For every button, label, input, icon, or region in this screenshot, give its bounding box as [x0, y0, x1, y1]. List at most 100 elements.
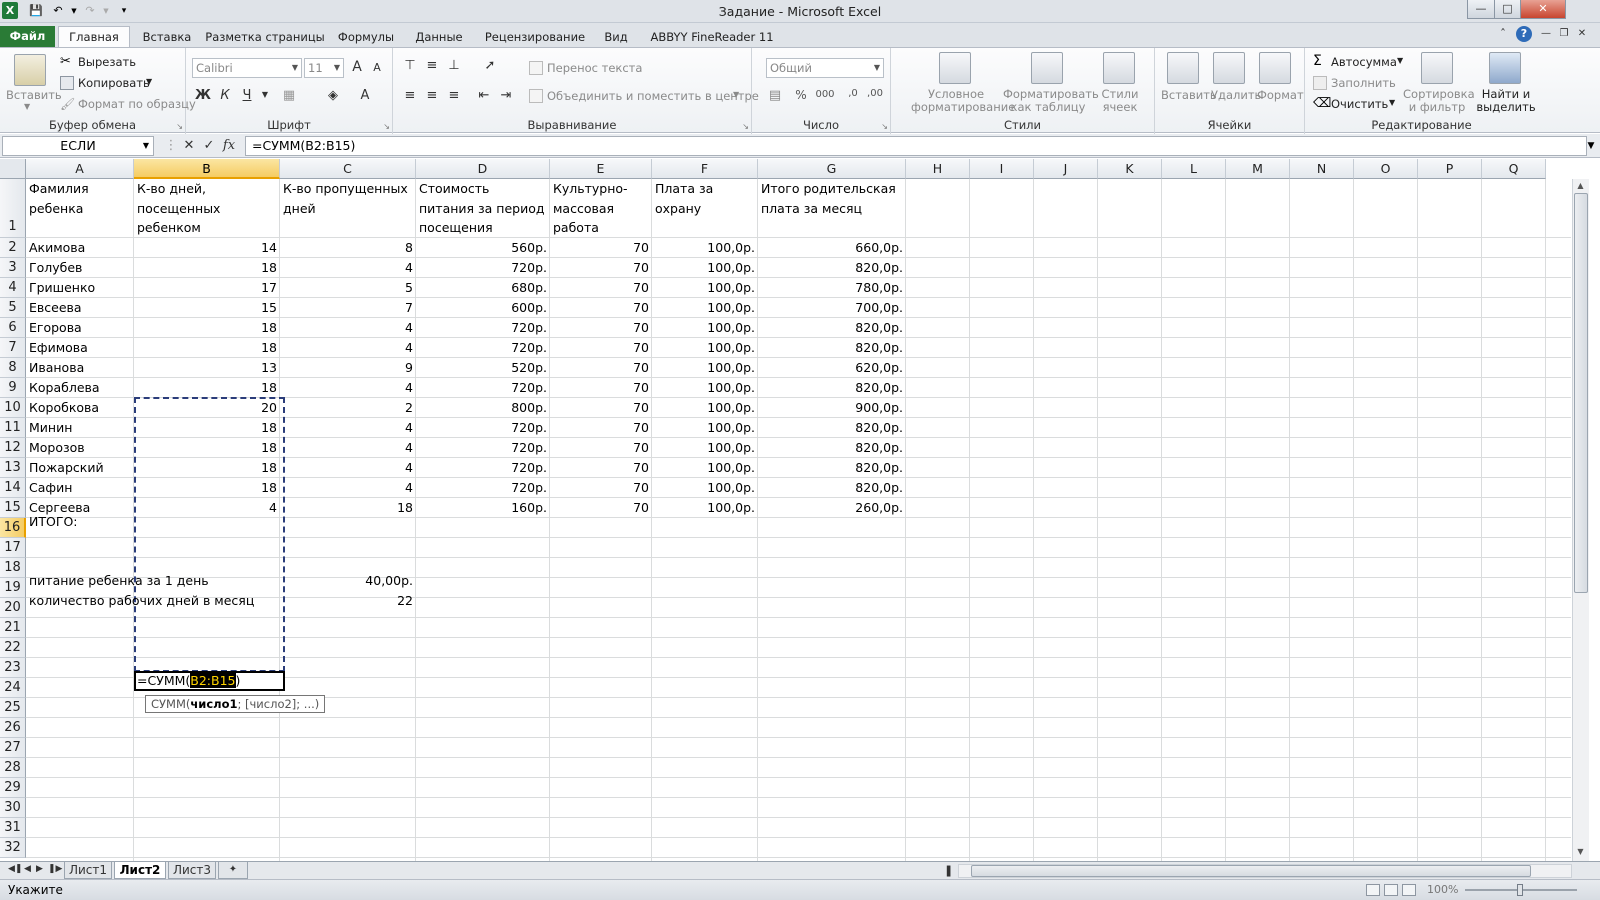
tab-abbyy[interactable]: ABBYY FineReader 11	[644, 27, 780, 47]
column-header-o[interactable]: O	[1354, 159, 1418, 179]
fill-color-icon[interactable]: ◈	[324, 88, 342, 103]
table-cell-total[interactable]: 900,0р.	[758, 398, 906, 418]
next-sheet-icon[interactable]: ▶	[36, 864, 43, 874]
orientation-icon[interactable]: ➚	[481, 58, 499, 73]
table-cell-culture[interactable]: 70	[550, 358, 652, 378]
table-cell-culture[interactable]: 70	[550, 438, 652, 458]
insert-cells-button[interactable]: Вставить	[1161, 88, 1217, 102]
table-cell-name[interactable]: Гришенко	[26, 278, 98, 298]
table-cell-culture[interactable]: 70	[550, 238, 652, 258]
sort-filter-button[interactable]: Сортировка и фильтр	[1403, 88, 1475, 114]
font-dialog-launcher-icon[interactable]: ↘	[383, 122, 390, 131]
sheet-tab-2[interactable]: Лист2	[114, 862, 166, 879]
merge-center-button[interactable]: Объединить и поместить в центре	[547, 89, 759, 103]
row-header-10[interactable]: 10	[0, 398, 26, 418]
find-select-button[interactable]: Найти и выделить	[1473, 88, 1539, 114]
table-cell-missed[interactable]: 4	[280, 418, 416, 438]
table-cell-days[interactable]: 18	[134, 378, 280, 398]
format-as-table-button[interactable]: Форматировать как таблицу	[1003, 88, 1099, 114]
paste-button[interactable]: Вставить	[6, 88, 62, 102]
row-header-31[interactable]: 31	[0, 818, 26, 838]
column-header-e[interactable]: E	[550, 159, 652, 179]
row-header-24[interactable]: 24	[0, 678, 26, 698]
enter-entry-icon[interactable]: ✓	[200, 137, 218, 155]
row-header-3[interactable]: 3	[0, 258, 26, 278]
table-cell-guard[interactable]: 100,0р.	[652, 438, 758, 458]
row-header-23[interactable]: 23	[0, 658, 26, 678]
tab-split-handle-icon[interactable]: ❚	[944, 864, 953, 877]
table-cell-name[interactable]: Голубев	[26, 258, 85, 278]
table-cell-food[interactable]: 560р.	[416, 238, 550, 258]
table-cell-guard[interactable]: 100,0р.	[652, 398, 758, 418]
align-center-icon[interactable]: ≡	[423, 88, 441, 103]
cancel-entry-icon[interactable]: ✕	[180, 137, 198, 155]
table-cell-total[interactable]: 820,0р.	[758, 338, 906, 358]
column-header-d[interactable]: D	[416, 159, 550, 179]
tab-formulas[interactable]: Формулы	[333, 27, 399, 47]
underline-button[interactable]: Ч	[238, 88, 256, 103]
row-header-8[interactable]: 8	[0, 358, 26, 378]
horizontal-scrollbar[interactable]	[958, 864, 1572, 878]
doc-minimize-icon[interactable]: —	[1538, 26, 1554, 42]
table-cell-total[interactable]: 700,0р.	[758, 298, 906, 318]
copy-dropdown-icon[interactable]: ▼	[146, 77, 152, 86]
conditional-format-button[interactable]: Условное форматирование	[911, 88, 1015, 114]
row-header-22[interactable]: 22	[0, 638, 26, 658]
table-cell-missed[interactable]: 4	[280, 338, 416, 358]
row-header-17[interactable]: 17	[0, 538, 26, 558]
table-cell-name[interactable]: Егорова	[26, 318, 85, 338]
table-cell-days[interactable]: 14	[134, 238, 280, 258]
format-cells-button[interactable]: Формат	[1257, 88, 1304, 102]
column-header-m[interactable]: M	[1226, 159, 1290, 179]
table-cell-missed[interactable]: 4	[280, 458, 416, 478]
table-cell-food[interactable]: 680р.	[416, 278, 550, 298]
table-cell-food[interactable]: 800р.	[416, 398, 550, 418]
horizontal-scroll-thumb[interactable]	[971, 865, 1531, 877]
merge-dropdown-icon[interactable]: ▼	[733, 90, 739, 99]
row-header-16[interactable]: 16	[0, 518, 26, 538]
column-header-h[interactable]: H	[906, 159, 970, 179]
table-cell-missed[interactable]: 4	[280, 378, 416, 398]
table-cell-total[interactable]: 820,0р.	[758, 458, 906, 478]
table-cell-name[interactable]: Акимова	[26, 238, 88, 258]
last-sheet-icon[interactable]: ❚▶	[48, 864, 62, 874]
column-header-q[interactable]: Q	[1482, 159, 1546, 179]
doc-close-icon[interactable]: ✕	[1574, 26, 1590, 42]
delete-cells-button[interactable]: Удалить	[1211, 88, 1261, 102]
table-cell-guard[interactable]: 100,0р.	[652, 278, 758, 298]
column-header-j[interactable]: J	[1034, 159, 1098, 179]
row-header-12[interactable]: 12	[0, 438, 26, 458]
table-cell-missed[interactable]: 9	[280, 358, 416, 378]
tab-view[interactable]: Вид	[598, 27, 634, 47]
table-cell-name[interactable]: Евсеева	[26, 298, 85, 318]
row-header-26[interactable]: 26	[0, 718, 26, 738]
header-cell-b1[interactable]: К-во дней, посещенных ребенком	[134, 179, 280, 238]
table-cell-days[interactable]: 18	[134, 338, 280, 358]
increase-indent-icon[interactable]: ⇥	[497, 88, 515, 103]
currency-format-icon[interactable]: ▤	[766, 88, 784, 103]
delete-cells-icon[interactable]	[1213, 52, 1245, 84]
table-cell-name[interactable]: Минин	[26, 418, 75, 438]
align-right-icon[interactable]: ≡	[445, 88, 463, 103]
paste-icon[interactable]	[14, 54, 46, 86]
column-header-p[interactable]: P	[1418, 159, 1482, 179]
table-cell-missed[interactable]: 5	[280, 278, 416, 298]
formula-input[interactable]: =СУММ(B2:B15)	[245, 136, 1587, 156]
column-header-b[interactable]: B	[134, 159, 280, 179]
table-cell-missed[interactable]: 4	[280, 318, 416, 338]
row-header-6[interactable]: 6	[0, 318, 26, 338]
table-cell-total[interactable]: 820,0р.	[758, 258, 906, 278]
food-label-cell[interactable]: питание ребенка за 1 день	[26, 571, 212, 591]
conditional-format-icon[interactable]	[939, 52, 971, 84]
alignment-dialog-launcher-icon[interactable]: ↘	[742, 122, 749, 131]
clear-button[interactable]: Очистить	[1331, 97, 1388, 111]
table-cell-guard[interactable]: 100,0р.	[652, 378, 758, 398]
tab-home[interactable]: Главная	[58, 26, 130, 48]
borders-icon[interactable]: ▦	[280, 88, 298, 103]
table-cell-food[interactable]: 720р.	[416, 418, 550, 438]
minimize-ribbon-icon[interactable]: ˆ	[1495, 26, 1511, 42]
food-value-cell[interactable]: 40,00р.	[280, 571, 416, 591]
scroll-up-icon[interactable]: ▲	[1573, 179, 1588, 193]
decrease-indent-icon[interactable]: ⇤	[475, 88, 493, 103]
table-cell-days[interactable]: 18	[134, 258, 280, 278]
